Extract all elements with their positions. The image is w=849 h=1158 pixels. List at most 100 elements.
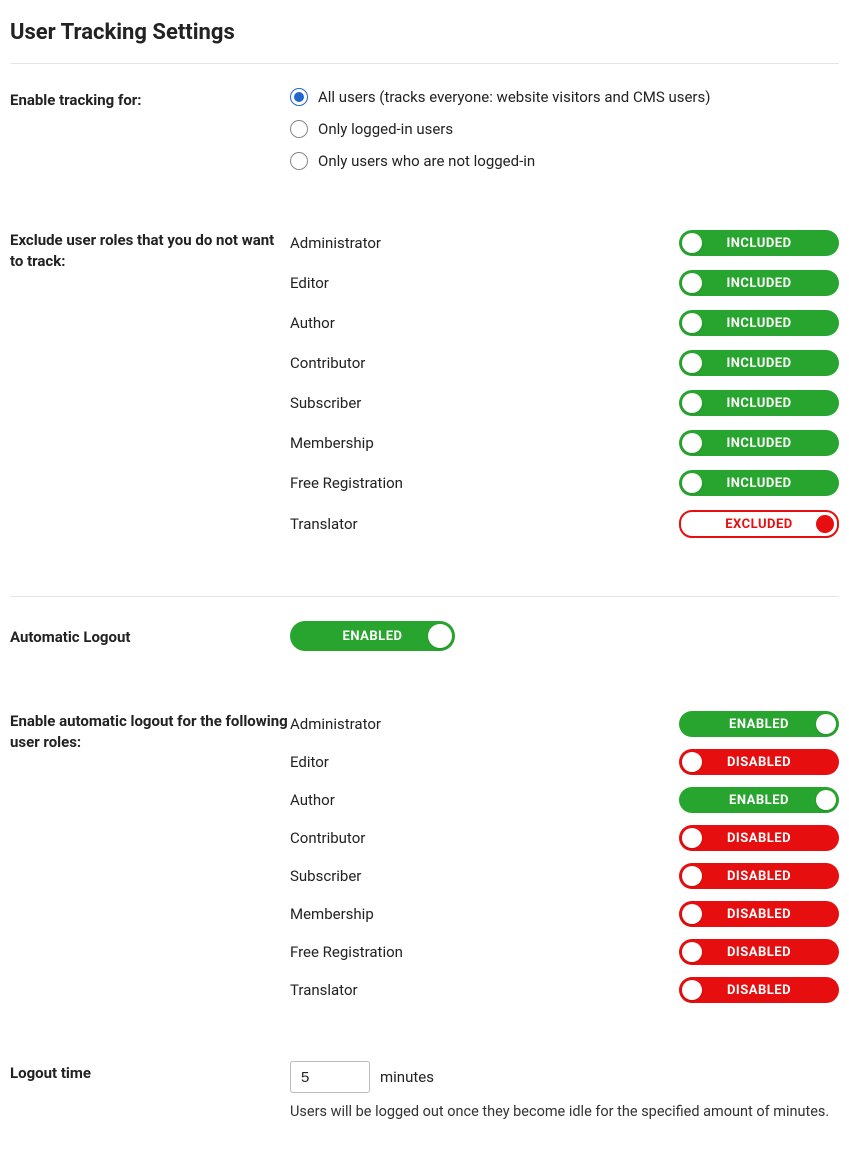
logout-time-unit: minutes [380, 1068, 434, 1086]
role-toggle[interactable]: INCLUDED [679, 350, 839, 376]
toggle-knob [682, 313, 702, 333]
role-row: Contributor INCLUDED [290, 350, 839, 376]
role-toggle[interactable]: DISABLED [679, 977, 839, 1003]
role-name: Administrator [290, 234, 381, 252]
role-row: Free Registration DISABLED [290, 939, 839, 965]
role-name: Author [290, 314, 335, 332]
role-name: Editor [290, 753, 329, 771]
radio-option[interactable]: Only users who are not logged-in [290, 152, 839, 170]
toggle-text: INCLUDED [679, 316, 839, 331]
role-row: Membership INCLUDED [290, 430, 839, 456]
role-row: Author ENABLED [290, 787, 839, 813]
toggle-knob [816, 790, 836, 810]
role-toggle[interactable]: INCLUDED [679, 310, 839, 336]
role-toggle[interactable]: INCLUDED [679, 230, 839, 256]
role-toggle[interactable]: DISABLED [679, 939, 839, 965]
role-name: Translator [290, 515, 358, 533]
page-title: User Tracking Settings [10, 20, 839, 45]
role-row: Subscriber DISABLED [290, 863, 839, 889]
toggle-knob [682, 233, 702, 253]
enable-tracking-row: Enable tracking for: All users (tracks e… [10, 88, 839, 170]
role-toggle[interactable]: EXCLUDED [679, 510, 839, 538]
role-toggle[interactable]: INCLUDED [679, 390, 839, 416]
enable-tracking-label: Enable tracking for: [10, 88, 290, 111]
role-row: Free Registration INCLUDED [290, 470, 839, 496]
role-toggle[interactable]: DISABLED [679, 901, 839, 927]
role-toggle[interactable]: ENABLED [679, 711, 839, 737]
toggle-text: INCLUDED [679, 476, 839, 491]
role-name: Free Registration [290, 943, 403, 961]
toggle-text: ENABLED [679, 717, 839, 732]
role-row: TranslatorDISABLED [290, 977, 839, 1003]
role-row: Author INCLUDED [290, 310, 839, 336]
toggle-text: INCLUDED [679, 396, 839, 411]
toggle-knob [816, 515, 834, 533]
role-toggle[interactable]: DISABLED [679, 825, 839, 851]
role-name: Administrator [290, 715, 381, 733]
radio-option[interactable]: Only logged-in users [290, 120, 839, 138]
logout-time-label: Logout time [10, 1061, 290, 1084]
toggle-knob [682, 866, 702, 886]
radio-label: Only logged-in users [318, 120, 453, 138]
toggle-knob [682, 752, 702, 772]
role-row: Contributor DISABLED [290, 825, 839, 851]
role-row: Translator EXCLUDED [290, 510, 839, 538]
auto-logout-toggle[interactable]: ENABLED [290, 621, 455, 651]
role-toggle[interactable]: INCLUDED [679, 430, 839, 456]
role-row: EditorINCLUDED [290, 270, 839, 296]
divider [10, 63, 839, 64]
toggle-knob [682, 828, 702, 848]
toggle-knob [682, 904, 702, 924]
toggle-text: DISABLED [679, 831, 839, 846]
enable-tracking-radio-group: All users (tracks everyone: website visi… [290, 88, 839, 170]
radio-icon [290, 152, 308, 170]
toggle-knob [682, 393, 702, 413]
role-name: Free Registration [290, 474, 403, 492]
role-row: Subscriber INCLUDED [290, 390, 839, 416]
toggle-text: DISABLED [679, 945, 839, 960]
auto-logout-roles-label: Enable automatic logout for the followin… [10, 709, 290, 753]
role-name: Subscriber [290, 867, 361, 885]
toggle-text: EXCLUDED [681, 517, 837, 532]
role-row: MembershipDISABLED [290, 901, 839, 927]
role-toggle[interactable]: ENABLED [679, 787, 839, 813]
role-row: Administrator ENABLED [290, 711, 839, 737]
role-toggle[interactable]: DISABLED [679, 749, 839, 775]
toggle-text: DISABLED [679, 983, 839, 998]
toggle-text: INCLUDED [679, 436, 839, 451]
logout-time-row: Logout time minutes Users will be logged… [10, 1061, 839, 1120]
toggle-text: DISABLED [679, 755, 839, 770]
toggle-knob [682, 273, 702, 293]
role-name: Contributor [290, 354, 365, 372]
toggle-knob [682, 353, 702, 373]
auto-logout-roles-row: Enable automatic logout for the followin… [10, 709, 839, 1003]
toggle-knob [816, 714, 836, 734]
radio-icon [290, 88, 308, 106]
exclude-roles-row: Exclude user roles that you do not want … [10, 228, 839, 538]
logout-time-input[interactable] [290, 1061, 370, 1093]
auto-logout-label: Automatic Logout [10, 625, 290, 648]
toggle-knob [682, 473, 702, 493]
role-name: Membership [290, 434, 374, 452]
toggle-knob [682, 980, 702, 1000]
toggle-text: INCLUDED [679, 356, 839, 371]
role-name: Author [290, 791, 335, 809]
role-toggle[interactable]: INCLUDED [679, 270, 839, 296]
auto-logout-roles-list: Administrator ENABLED Editor DISABLED Author… [290, 709, 839, 1003]
toggle-text: INCLUDED [679, 276, 839, 291]
toggle-knob [682, 433, 702, 453]
toggle-knob [682, 942, 702, 962]
toggle-text: INCLUDED [679, 236, 839, 251]
role-name: Subscriber [290, 394, 361, 412]
radio-label: All users (tracks everyone: website visi… [318, 88, 710, 106]
role-name: Contributor [290, 829, 365, 847]
toggle-text: DISABLED [679, 869, 839, 884]
toggle-text: ENABLED [679, 793, 839, 808]
radio-option[interactable]: All users (tracks everyone: website visi… [290, 88, 839, 106]
radio-icon [290, 120, 308, 138]
auto-logout-row: Automatic Logout ENABLED [10, 621, 839, 651]
exclude-roles-list: AdministratorINCLUDEDEditorINCLUDEDAutho… [290, 228, 839, 538]
role-toggle[interactable]: INCLUDED [679, 470, 839, 496]
divider [10, 596, 839, 597]
role-toggle[interactable]: DISABLED [679, 863, 839, 889]
